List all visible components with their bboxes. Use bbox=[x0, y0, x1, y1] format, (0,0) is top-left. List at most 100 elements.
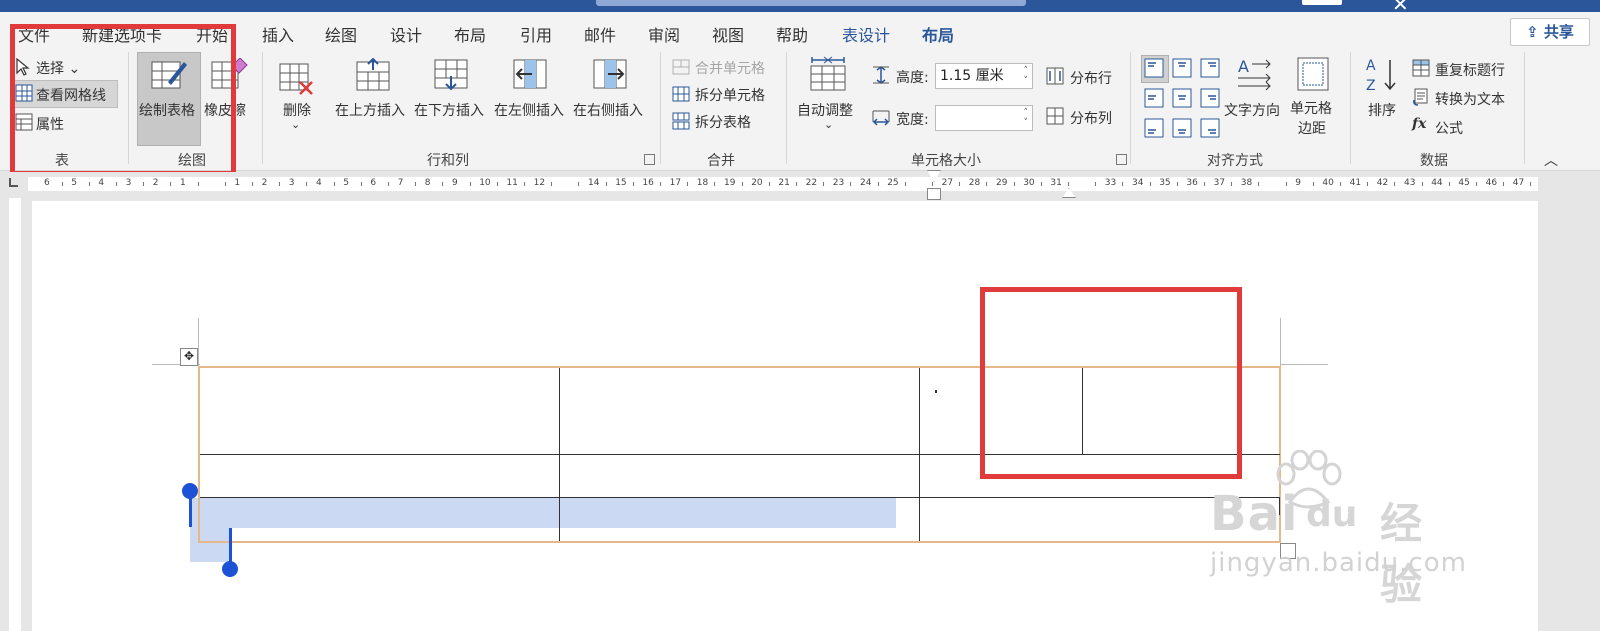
tab-draw[interactable]: 绘图 bbox=[325, 22, 357, 46]
selection-end-handle-icon[interactable] bbox=[222, 561, 238, 577]
repeat-header-button[interactable]: 重复标题行 bbox=[1435, 60, 1505, 80]
ruler-number: 3 bbox=[125, 178, 132, 188]
ruler-tick bbox=[687, 182, 689, 186]
align-top-center-icon[interactable] bbox=[1172, 58, 1192, 78]
insert-left-button[interactable]: 在左侧插入 bbox=[494, 100, 564, 120]
title-bar: ✕ bbox=[0, 0, 1600, 14]
formula-button[interactable]: 公式 bbox=[1435, 118, 1463, 138]
cell-size-launcher-icon[interactable] bbox=[1116, 154, 1127, 165]
insert-right-icon bbox=[593, 59, 627, 89]
ruler-tick bbox=[442, 182, 444, 186]
crop-mark bbox=[1280, 318, 1281, 368]
align-middle-left-icon[interactable] bbox=[1144, 88, 1164, 108]
ruler-tick bbox=[1095, 182, 1097, 186]
align-middle-right-icon[interactable] bbox=[1200, 88, 1220, 108]
rows-cols-launcher-icon[interactable] bbox=[644, 154, 655, 165]
insert-above-icon bbox=[356, 58, 390, 91]
width-spinner[interactable]: ˄ ˅ bbox=[935, 105, 1033, 131]
tab-review[interactable]: 审阅 bbox=[648, 22, 680, 46]
height-label: 高度: bbox=[896, 70, 929, 86]
ruler-tick bbox=[714, 182, 716, 186]
ruler-tick bbox=[1122, 182, 1124, 186]
distribute-rows-icon bbox=[1046, 67, 1064, 85]
merge-cells-button[interactable]: 合并单元格 bbox=[695, 58, 765, 78]
tab-table-design[interactable]: 表设计 bbox=[842, 22, 890, 46]
align-top-left-icon[interactable] bbox=[1144, 58, 1164, 78]
align-middle-center-icon[interactable] bbox=[1172, 88, 1192, 108]
autofit-dropdown-chevron[interactable]: ⌄ bbox=[824, 118, 833, 131]
ruler-tick bbox=[469, 182, 471, 186]
ruler-numbers: 6 5 4 3 2 1 1 2 3 4 5 6 7 8 9 10 11 12 14 15 16 17 18 19 20 21 22 2… bbox=[0, 178, 1600, 192]
delete-button[interactable]: 删除 bbox=[283, 100, 311, 120]
tab-mailings[interactable]: 邮件 bbox=[584, 22, 616, 46]
formula-icon: fx bbox=[1412, 116, 1427, 132]
ruler-number: 3 bbox=[288, 178, 295, 188]
ruler-tick bbox=[252, 182, 253, 186]
tab-references[interactable]: 引用 bbox=[520, 22, 552, 46]
left-indent-marker[interactable] bbox=[927, 188, 941, 200]
ruler-number: 20 bbox=[751, 178, 763, 188]
autofit-button[interactable]: 自动调整 bbox=[797, 100, 853, 120]
ruler-tick bbox=[1394, 182, 1396, 186]
group-separator bbox=[660, 52, 661, 164]
ruler-tick bbox=[224, 182, 226, 186]
table-move-handle-icon[interactable]: ✥ bbox=[180, 348, 198, 366]
width-spin-arrows[interactable]: ˄ ˅ bbox=[1024, 108, 1029, 128]
align-top-right-icon[interactable] bbox=[1200, 58, 1220, 78]
ruler-number: 38 bbox=[1240, 178, 1253, 188]
tab-layout[interactable]: 布局 bbox=[454, 22, 486, 46]
collapse-ribbon-icon[interactable]: ︿ bbox=[1544, 150, 1558, 170]
align-bottom-center-icon[interactable] bbox=[1172, 118, 1192, 138]
split-cells-button[interactable]: 拆分单元格 bbox=[695, 85, 765, 105]
text-direction-icon: A bbox=[1238, 57, 1271, 91]
share-button[interactable]: ⇪ 共享 bbox=[1510, 18, 1590, 46]
ruler-tick bbox=[605, 182, 607, 186]
ruler-tick bbox=[279, 182, 281, 186]
ruler-number: 1 bbox=[234, 178, 241, 188]
group-separator bbox=[262, 52, 263, 164]
distribute-cols-button[interactable]: 分布列 bbox=[1070, 108, 1112, 128]
svg-text:Z: Z bbox=[1366, 78, 1376, 94]
crop-mark bbox=[1280, 364, 1328, 365]
ruler-tick bbox=[388, 182, 389, 186]
horizontal-ruler[interactable]: 6 5 4 3 2 1 1 2 3 4 5 6 7 8 9 10 11 12 14 15 16 17 18 19 20 21 22 2… bbox=[0, 170, 1600, 200]
cell-margins-button-line2[interactable]: 边距 bbox=[1298, 118, 1326, 138]
convert-to-text-button[interactable]: 转换为文本 bbox=[1435, 89, 1505, 109]
ruler-tick bbox=[1285, 182, 1287, 186]
cell-margins-button-line1[interactable]: 单元格 bbox=[1290, 98, 1332, 118]
insert-above-button[interactable]: 在上方插入 bbox=[335, 100, 405, 120]
tab-insert[interactable]: 插入 bbox=[262, 22, 294, 46]
group-separator bbox=[1350, 52, 1351, 164]
document-title-box[interactable] bbox=[596, 0, 1026, 6]
align-bottom-left-icon[interactable] bbox=[1144, 118, 1164, 138]
ruler-number: 23 bbox=[832, 178, 845, 188]
tab-table-layout[interactable]: 布局 bbox=[922, 22, 955, 52]
vertical-ruler[interactable] bbox=[0, 198, 30, 631]
height-spin-arrows[interactable]: ˄ ˅ bbox=[1024, 66, 1029, 86]
ruler-number: 5 bbox=[343, 178, 349, 188]
ruler-number: 9 bbox=[1295, 178, 1301, 188]
ruler-number: 40 bbox=[1322, 178, 1334, 188]
split-table-button[interactable]: 拆分表格 bbox=[695, 112, 751, 132]
col-width-icon bbox=[872, 110, 890, 126]
insert-below-button[interactable]: 在下方插入 bbox=[414, 100, 484, 120]
align-bottom-right-icon[interactable] bbox=[1200, 118, 1220, 138]
insert-below-icon bbox=[434, 59, 468, 91]
insert-right-button[interactable]: 在右侧插入 bbox=[573, 100, 643, 120]
ruler-tick bbox=[88, 182, 90, 186]
delete-dropdown-chevron[interactable]: ⌄ bbox=[291, 118, 300, 131]
height-spinner[interactable]: 1.15 厘米 ˄ ˅ bbox=[935, 63, 1033, 89]
ruler-number: 6 bbox=[370, 178, 377, 188]
ruler-tick bbox=[660, 182, 661, 186]
sort-button[interactable]: 排序 bbox=[1368, 100, 1396, 120]
tab-view[interactable]: 视图 bbox=[712, 22, 744, 46]
crop-mark bbox=[198, 318, 199, 368]
distribute-rows-button[interactable]: 分布行 bbox=[1070, 68, 1112, 88]
tab-design[interactable]: 设计 bbox=[390, 22, 422, 46]
text-direction-button[interactable]: 文字方向 bbox=[1224, 100, 1280, 120]
ruler-tick bbox=[1476, 182, 1477, 186]
sort-icon: A Z bbox=[1366, 58, 1396, 94]
ruler-tick bbox=[632, 182, 634, 186]
tab-help[interactable]: 帮助 bbox=[776, 22, 808, 46]
account-button[interactable] bbox=[1302, 0, 1342, 5]
